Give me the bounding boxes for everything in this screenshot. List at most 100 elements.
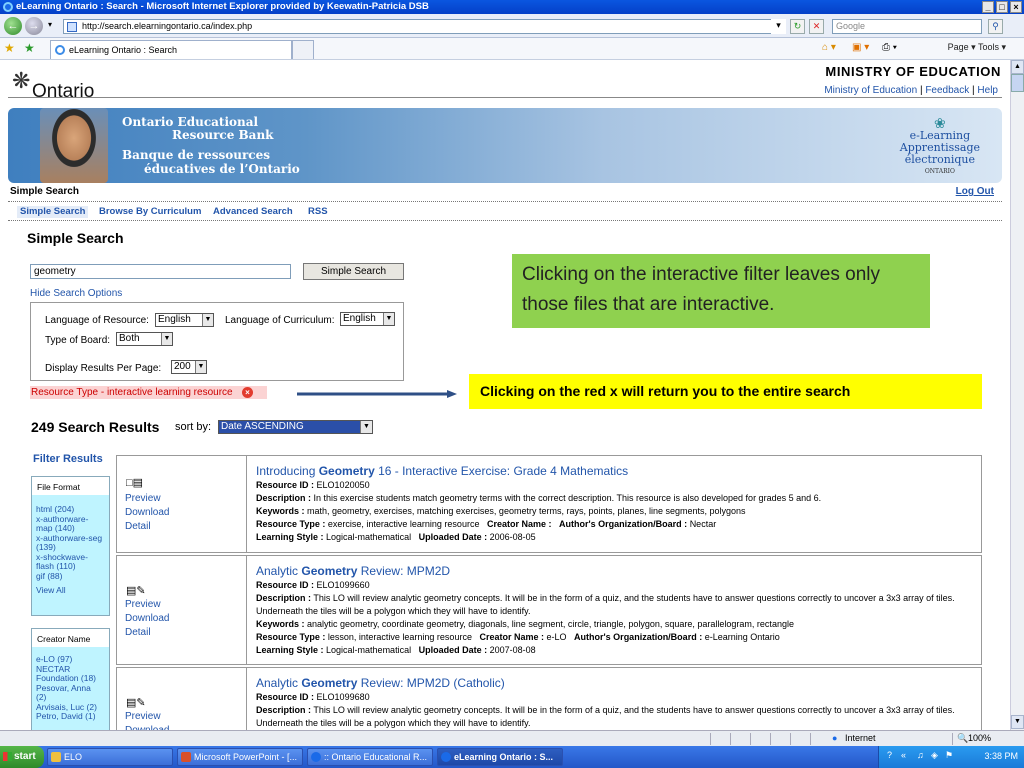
scroll-thumb[interactable] [1011,74,1024,92]
banner-line-3: Banque de ressources [122,148,270,162]
network-icon[interactable]: ◈ [931,750,938,761]
link-feedback[interactable]: Feedback [925,85,969,96]
view-all-link[interactable]: View All [36,585,102,596]
site-banner: Ontario Educational Resource Bank Banque… [8,108,1002,183]
resource-id: ELO1099660 [316,580,370,590]
clock: 3:38 PM [984,751,1018,761]
preview-link[interactable]: Preview [125,493,161,504]
url-field[interactable]: http://search.elearningontario.ca/index.… [63,19,785,34]
description: This LO will review analytic geometry co… [256,705,955,728]
lang-curriculum-label: Language of Curriculum: [225,315,335,326]
yellow-callout: Clicking on the red x will return you to… [469,374,982,409]
result-title[interactable]: Analytic Geometry Review: MPM2D [256,563,976,579]
ie-tab-icon [55,45,65,55]
green-callout: Clicking on the interactive filter leave… [512,254,930,328]
tab-advanced-search[interactable]: Advanced Search [213,206,293,217]
per-page-select[interactable]: 200 ▼ [171,360,207,374]
maximize-button[interactable]: □ [996,1,1008,13]
creator-filter: Creator Name e-LO (97) NECTAR Foundation… [31,628,110,730]
scroll-up-icon[interactable]: ▲ [1011,60,1024,74]
format-list: html (204) x-authorware- map (140) x-aut… [36,504,102,596]
link-help[interactable]: Help [977,85,998,96]
top-links: Ministry of Education | Feedback | Help [824,85,998,96]
chevron-down-icon: ▼ [202,314,213,326]
ie-logo-icon [3,2,13,12]
taskbar-item-elo[interactable]: ELO [47,748,173,766]
stop-icon[interactable]: ✕ [809,19,824,34]
creator-list: e-LO (97) NECTAR Foundation (18) Pesovar… [36,654,97,722]
page-icon [67,22,77,32]
result-title[interactable]: Introducing Geometry 16 - Interactive Ex… [256,463,976,479]
scroll-down-icon[interactable]: ▼ [1011,715,1024,729]
zoom-icon: 🔍 [957,733,969,743]
favorites-star-icon[interactable]: ★ [4,41,15,55]
download-link[interactable]: Download [125,613,169,624]
refresh-icon[interactable]: ↻ [790,19,805,34]
search-query-input[interactable]: geometry [30,264,291,279]
banner-line-1: Ontario Educational [122,115,259,129]
filter-item[interactable]: Petro, David (1) [36,711,97,722]
ministry-title: MINISTRY OF EDUCATION [825,64,1001,79]
taskbar-item-powerpoint[interactable]: Microsoft PowerPoint - [... [177,748,303,766]
security-icon[interactable]: ⚑ [945,750,953,761]
rss-feed-icon[interactable]: ▣ ▾ [852,42,869,53]
volume-icon[interactable]: ♫ [917,750,924,760]
history-dropdown-icon[interactable]: ▾ [48,20,52,29]
new-tab-button[interactable] [292,40,314,59]
breadcrumb: Simple Search [10,186,79,197]
simple-search-button[interactable]: Simple Search [303,263,404,280]
url-dropdown-icon[interactable]: ▾ [771,19,786,34]
address-bar: ← → ▾ http://search.elearningontario.ca/… [0,14,1024,38]
board-select[interactable]: Both ▼ [116,332,173,346]
tray-arrows-icon[interactable]: « [901,750,906,760]
lang-resource-label: Language of Resource: [45,315,149,326]
add-favorite-icon[interactable]: ★ [24,41,35,55]
detail-link[interactable]: Detail [125,627,151,638]
result-row: ▤✎ Preview Download Analytic Geometry Re… [116,667,982,730]
lang-curriculum-select[interactable]: English ▼ [340,312,395,326]
start-button[interactable]: start [0,746,44,768]
taskbar-item-ontario[interactable]: :: Ontario Educational R... [307,748,433,766]
taskbar-item-elearning[interactable]: eLearning Ontario : S... [437,748,563,766]
header-divider [8,97,1002,98]
minimize-button[interactable]: _ [982,1,994,13]
preview-link[interactable]: Preview [125,711,161,722]
download-link[interactable]: Download [125,507,169,518]
help-icon[interactable]: ? [887,750,892,760]
home-icon[interactable]: ⌂ ▾ [822,42,836,53]
page-title: Simple Search [27,230,124,246]
page-tools-menu[interactable]: Page ▾ Tools ▾ [948,42,1006,53]
chevron-down-icon: ▼ [161,333,172,345]
close-button[interactable]: × [1010,1,1022,13]
result-title[interactable]: Analytic Geometry Review: MPM2D (Catholi… [256,675,976,691]
print-icon[interactable]: ⎙ ▾ [882,42,897,53]
result-row: □▤ Preview Download Detail Introducing G… [116,455,982,553]
forward-icon[interactable]: → [25,17,43,35]
chevron-down-icon: ▼ [383,313,394,325]
browser-window: eLearning Ontario : Search - Microsoft I… [0,0,1024,768]
detail-link[interactable]: Detail [125,521,151,532]
search-go-icon[interactable]: ⚲ [988,19,1003,34]
tab-browse-curriculum[interactable]: Browse By Curriculum [99,206,201,217]
preview-link[interactable]: Preview [125,599,161,610]
link-ministry[interactable]: Ministry of Education [824,85,917,96]
remove-filter-icon[interactable]: × [242,387,253,398]
banner-line-2: Resource Bank [172,128,274,142]
sort-select[interactable]: Date ASCENDING ▼ [218,420,373,434]
tab-rss[interactable]: RSS [308,206,328,217]
tab-current[interactable]: eLearning Ontario : Search [50,40,292,59]
hide-options-link[interactable]: Hide Search Options [30,288,122,299]
search-input[interactable]: Google [832,19,982,34]
ie-icon [311,752,321,762]
description: In this exercise students match geometry… [313,493,822,503]
ie-icon [441,752,451,762]
zoom-level[interactable]: 100% [968,733,991,743]
callout-arrow [297,390,457,398]
elearning-logo: ❀ e-Learning Apprentissage électronique … [899,116,980,175]
filter-item[interactable]: gif (88) [36,571,102,582]
lang-resource-select[interactable]: English ▼ [155,313,214,327]
logout-link[interactable]: Log Out [956,186,994,197]
tab-simple-search[interactable]: Simple Search [17,206,89,218]
vertical-scrollbar[interactable]: ▲ ▼ [1010,60,1024,730]
back-icon[interactable]: ← [4,17,22,35]
